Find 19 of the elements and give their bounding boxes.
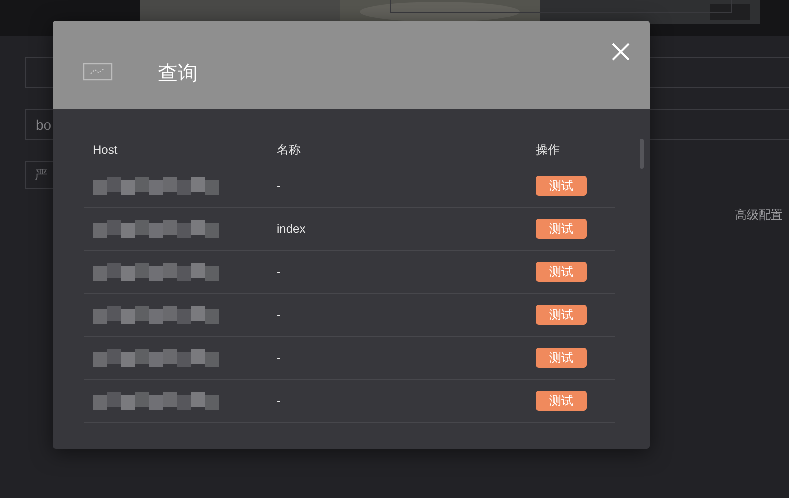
advanced-settings-link[interactable]: 高级配置: [735, 207, 783, 224]
column-header: 操作: [536, 142, 561, 158]
close-icon[interactable]: [610, 41, 632, 63]
test-button[interactable]: 测试: [536, 176, 587, 196]
table-cell-text: index: [277, 222, 307, 236]
test-button[interactable]: 测试: [536, 305, 587, 325]
table-cell-text: -: [277, 308, 282, 322]
table-cell-text: -: [277, 394, 282, 408]
test-button[interactable]: 测试: [536, 348, 587, 368]
column-header: 名称: [277, 142, 302, 158]
test-button[interactable]: 测试: [536, 219, 587, 239]
test-button[interactable]: 测试: [536, 391, 587, 411]
table-cell-text: -: [277, 179, 282, 193]
column-header: Host: [93, 143, 119, 157]
monitor-icon: [83, 63, 113, 81]
table-cell-text: -: [277, 351, 282, 365]
dialog-title: 查询: [158, 62, 198, 86]
test-button[interactable]: 测试: [536, 262, 587, 282]
table-cell-text: -: [277, 265, 282, 279]
